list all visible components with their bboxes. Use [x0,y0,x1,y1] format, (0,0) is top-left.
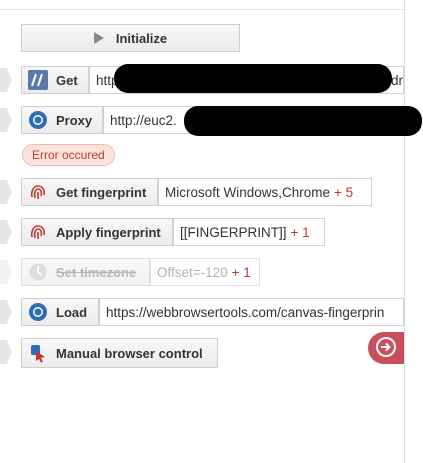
step-connector [0,300,12,324]
redaction-mark [114,64,392,93]
manual-control-label: Manual browser control [56,345,203,361]
workflow-panel: Initialize Get http dr Proxy http://euc2… [0,0,423,463]
manual-control-button[interactable]: Manual browser control [21,338,218,368]
run-action-button[interactable] [368,332,404,364]
panel-divider [404,0,405,463]
set-timezone-extra: + 1 [231,264,251,280]
top-divider [0,0,404,10]
get-fingerprint-label: Get fingerprint [56,184,147,200]
step-connector [0,220,12,244]
initialize-label: Initialize [115,30,168,46]
get-step-button[interactable]: Get [21,66,89,94]
proxy-step-button[interactable]: Proxy [21,106,103,134]
step-connector [0,68,12,92]
set-timezone-button[interactable]: Set timezone [21,258,150,286]
load-url-value: https://webbrowsertools.com/canvas-finge… [106,304,385,320]
get-fingerprint-extra: + 5 [334,184,354,200]
fingerprint-icon [28,222,48,242]
initialize-button[interactable]: Initialize [21,24,240,52]
set-timezone-label: Set timezone [56,264,137,280]
load-globe-icon [28,302,48,322]
apply-fingerprint-button[interactable]: Apply fingerprint [21,218,173,246]
proxy-globe-icon [28,110,48,130]
get-label: Get [56,72,78,88]
error-text: Error occured [32,148,105,162]
get-fingerprint-value: Microsoft Windows,Chrome [165,184,331,200]
get-icon [28,70,48,90]
apply-fingerprint-field[interactable]: [[FINGERPRINT]] + 1 [173,218,325,246]
load-url-field[interactable]: https://webbrowsertools.com/canvas-finge… [99,298,404,326]
step-connector [0,340,12,364]
get-fingerprint-button[interactable]: Get fingerprint [21,178,158,206]
step-connector [0,180,12,204]
error-badge: Error occured [22,144,115,166]
step-connector [0,108,12,132]
clock-icon [28,262,48,282]
apply-fingerprint-label: Apply fingerprint [56,224,161,240]
proxy-value: http://euc2. [110,112,177,128]
set-timezone-value: Offset=-120 [157,264,228,280]
set-timezone-field[interactable]: Offset=-120 + 1 [150,258,260,286]
fingerprint-icon [28,182,48,202]
proxy-label: Proxy [56,112,93,128]
login-arrow-icon [375,336,397,361]
redaction-mark [184,106,422,136]
apply-fingerprint-extra: + 1 [290,224,310,240]
cursor-hand-icon [28,343,48,363]
get-fingerprint-field[interactable]: Microsoft Windows,Chrome + 5 [158,178,372,206]
load-label: Load [56,304,88,320]
get-url-tail: dr [390,72,403,88]
play-icon [93,32,104,44]
step-connector [0,260,12,284]
apply-fingerprint-value: [[FINGERPRINT]] [180,224,287,240]
load-step-button[interactable]: Load [21,298,99,326]
